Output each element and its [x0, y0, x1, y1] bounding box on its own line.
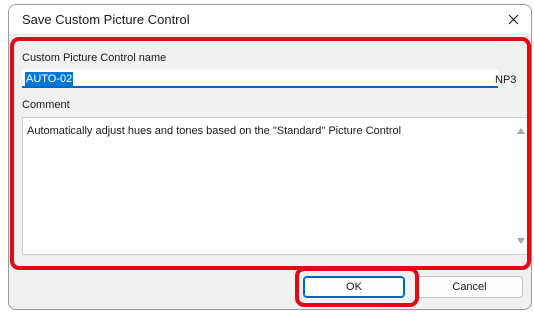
- close-button[interactable]: [495, 5, 531, 35]
- comment-label: Comment: [22, 99, 70, 111]
- comment-scrollbar[interactable]: [512, 118, 529, 254]
- comment-value: Automatically adjust hues and tones base…: [27, 125, 402, 137]
- close-icon: [508, 14, 518, 25]
- picture-control-name-input[interactable]: AUTO-02: [22, 70, 498, 88]
- ok-button[interactable]: OK: [303, 276, 405, 298]
- scroll-down-icon[interactable]: [517, 238, 525, 244]
- name-label: Custom Picture Control name: [22, 52, 167, 64]
- dialog-title: Save Custom Picture Control: [22, 12, 190, 27]
- scroll-up-icon[interactable]: [517, 128, 525, 134]
- file-extension-label: NP3: [495, 74, 517, 86]
- name-input-value: AUTO-02: [25, 72, 74, 86]
- title-bar: Save Custom Picture Control: [9, 5, 531, 35]
- cancel-button[interactable]: Cancel: [416, 276, 523, 298]
- comment-textarea[interactable]: Automatically adjust hues and tones base…: [22, 117, 530, 255]
